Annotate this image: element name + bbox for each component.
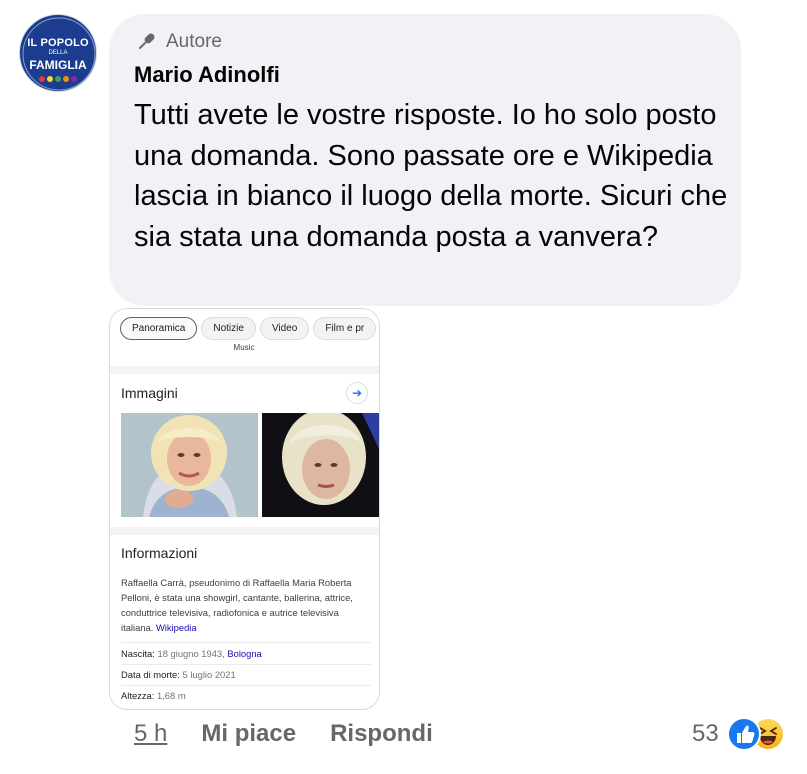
like-button[interactable]: Mi piace <box>201 720 296 748</box>
fact-birth-value: 18 giugno 1943, <box>157 648 225 659</box>
fact-birth-place-link: Bologna <box>227 648 262 659</box>
comment-timestamp-link[interactable]: 5 h <box>134 720 167 748</box>
like-reaction-icon <box>726 717 761 751</box>
wikipedia-link: Wikipedia <box>155 622 197 633</box>
photo-portrait-1 <box>121 413 258 517</box>
avatar-title-mid: DELLA <box>48 50 68 56</box>
attached-screenshot[interactable]: Panoramica Notizie Video Film e pr Music… <box>109 308 380 710</box>
images-section-title: Immagini <box>121 385 178 401</box>
avatar-title-top: IL POPOLO <box>27 37 89 49</box>
fact-height: Altezza: 1,68 m <box>121 690 186 701</box>
photo-portrait-2 <box>262 413 379 517</box>
arrow-right-icon: ➔ <box>346 382 368 404</box>
microphone-icon <box>138 33 155 50</box>
fact-death-label: Data di morte: <box>121 669 180 680</box>
info-description: Raffaella Carrà, pseudonimo di Raffaella… <box>121 575 371 635</box>
fact-divider <box>121 642 371 643</box>
fact-birth: Nascita: 18 giugno 1943, Bologna <box>121 648 262 659</box>
chip-movies: Film e pr <box>313 317 377 340</box>
chip-video: Video <box>259 317 310 340</box>
author-badge: Autore <box>134 30 222 54</box>
fact-divider <box>121 685 371 686</box>
music-label: Music <box>233 343 255 352</box>
comment-text: Tutti avete le vostre risposte. Io ho so… <box>134 99 728 253</box>
reaction-icons <box>726 716 787 752</box>
fact-height-label: Altezza: <box>121 690 155 701</box>
fact-divider <box>121 664 371 665</box>
reply-button[interactable]: Rispondi <box>330 720 433 748</box>
fact-birth-label: Nascita: <box>121 648 155 659</box>
section-divider <box>110 366 379 374</box>
comment-actions: 5 h Mi piace Rispondi <box>134 720 433 748</box>
page-avatar[interactable]: IL POPOLO DELLA FAMIGLIA <box>19 14 97 92</box>
comment-author-name[interactable]: Mario Adinolfi <box>134 62 280 88</box>
fact-height-value: 1,68 m <box>156 690 186 701</box>
fact-death-value: 5 luglio 2021 <box>182 669 236 680</box>
reaction-count: 53 <box>692 720 719 747</box>
section-divider <box>110 527 379 535</box>
info-section-title: Informazioni <box>121 545 198 561</box>
reactions-summary[interactable]: 53 <box>692 716 787 752</box>
avatar-title-bottom: FAMIGLIA <box>29 58 87 72</box>
fact-death: Data di morte: 5 luglio 2021 <box>121 669 236 680</box>
chip-news: Notizie <box>201 317 256 340</box>
search-filter-chips: Panoramica Notizie Video Film e pr <box>120 317 377 340</box>
avatar-figures-icon <box>39 76 77 82</box>
author-badge-label: Autore <box>166 31 222 52</box>
chip-overview: Panoramica <box>120 317 198 340</box>
